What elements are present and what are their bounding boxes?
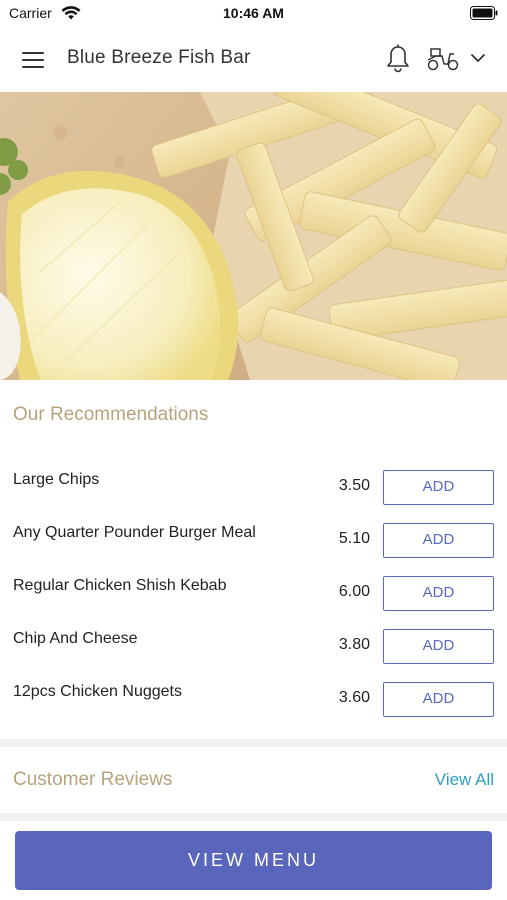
item-name: Any Quarter Pounder Burger Meal bbox=[13, 524, 256, 541]
view-all-link[interactable]: View All bbox=[435, 770, 494, 790]
item-name: Regular Chicken Shish Kebab bbox=[13, 577, 227, 594]
add-button[interactable]: ADD bbox=[383, 470, 494, 505]
hamburger-menu-icon[interactable] bbox=[22, 50, 46, 70]
item-name: Large Chips bbox=[13, 471, 100, 488]
item-name: 12pcs Chicken Nuggets bbox=[13, 683, 182, 700]
clock-time: 10:46 AM bbox=[223, 5, 284, 21]
scooter-icon[interactable] bbox=[426, 46, 460, 72]
add-button[interactable]: ADD bbox=[383, 682, 494, 717]
add-button[interactable]: ADD bbox=[383, 523, 494, 558]
battery-icon bbox=[470, 6, 498, 20]
section-divider bbox=[0, 739, 507, 747]
list-item: Any Quarter Pounder Burger Meal 5.10 ADD bbox=[0, 508, 507, 561]
list-item: Regular Chicken Shish Kebab 6.00 ADD bbox=[0, 561, 507, 614]
recommendations-list: Large Chips 3.50 ADD Any Quarter Pounder… bbox=[0, 455, 507, 720]
item-price: 3.80 bbox=[338, 636, 370, 653]
bottom-bar: VIEW MENU bbox=[0, 821, 507, 900]
item-price: 3.50 bbox=[338, 477, 370, 494]
reviews-heading: Customer Reviews bbox=[13, 769, 173, 790]
app-header: Blue Breeze Fish Bar bbox=[0, 28, 507, 92]
add-button[interactable]: ADD bbox=[383, 576, 494, 611]
item-price: 6.00 bbox=[338, 583, 370, 600]
item-name: Chip And Cheese bbox=[13, 630, 138, 647]
item-price: 3.60 bbox=[338, 689, 370, 706]
list-item: 12pcs Chicken Nuggets 3.60 ADD bbox=[0, 667, 507, 720]
restaurant-title: Blue Breeze Fish Bar bbox=[67, 47, 251, 68]
chevron-down-icon[interactable] bbox=[469, 50, 487, 66]
section-divider bbox=[0, 813, 507, 821]
status-bar: Carrier 10:46 AM bbox=[0, 0, 507, 28]
item-price: 5.10 bbox=[338, 530, 370, 547]
bell-icon[interactable] bbox=[385, 44, 411, 74]
fish-and-chips-illustration bbox=[0, 92, 507, 380]
view-menu-button[interactable]: VIEW MENU bbox=[15, 831, 492, 890]
list-item: Chip And Cheese 3.80 ADD bbox=[0, 614, 507, 667]
hero-food-image bbox=[0, 92, 507, 380]
recommendations-heading: Our Recommendations bbox=[13, 404, 209, 425]
add-button[interactable]: ADD bbox=[383, 629, 494, 664]
list-item: Large Chips 3.50 ADD bbox=[0, 455, 507, 508]
